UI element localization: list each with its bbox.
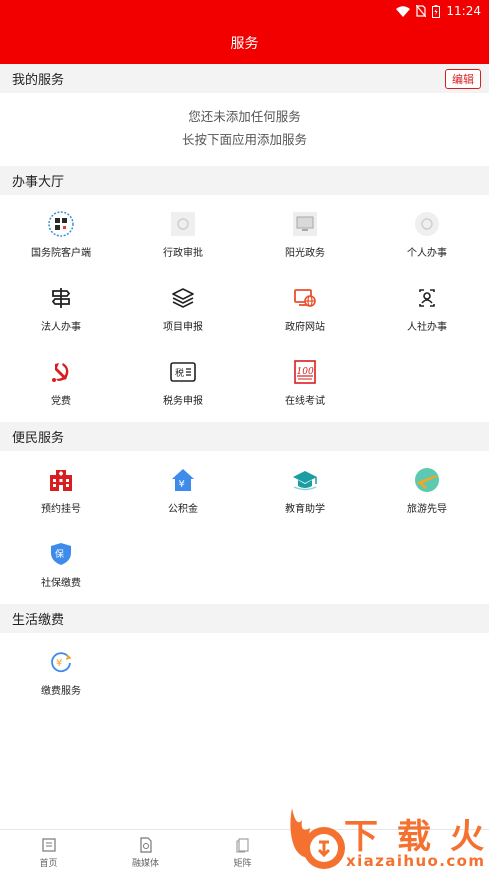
tab-label: 融媒体 [131, 859, 159, 869]
no-sim-icon [416, 5, 427, 17]
section-title: 我的服务 [12, 73, 65, 88]
service-label: 政府网站 [285, 322, 325, 333]
convenience-header: 便民服务 [0, 422, 489, 451]
status-time: 11:24 [446, 4, 481, 18]
svg-text:下载火: 下载火 [344, 817, 484, 857]
hospital-icon [48, 467, 74, 493]
matrix-icon [235, 838, 249, 853]
tab-home[interactable]: 首页 [0, 830, 97, 871]
service-label: 缴费服务 [41, 686, 81, 697]
service-label: 项目申报 [163, 322, 203, 333]
home-icon [41, 838, 56, 852]
web-icon [292, 285, 318, 311]
service-label: 教育助学 [285, 504, 325, 515]
my-services-header: 我的服务 编辑 [0, 64, 489, 93]
empty-services-message: 您还未添加任何服务 长按下面应用添加服务 [0, 105, 489, 151]
social-security-shield-icon: 保 [48, 541, 74, 567]
service-tile-hr-social[interactable]: 人社办事 [366, 269, 488, 343]
tab-media[interactable]: 融媒体 [97, 830, 194, 871]
person-card-icon [414, 285, 440, 311]
svg-text:税: 税 [175, 367, 184, 379]
layers-icon [170, 285, 196, 311]
party-emblem-icon [48, 359, 74, 385]
service-label: 社保缴费 [41, 578, 81, 589]
service-tile-education-aid[interactable]: 教育助学 [244, 451, 366, 525]
tax-icon: 税 [170, 359, 196, 385]
monitor-icon [292, 211, 318, 237]
wifi-icon [396, 5, 411, 17]
battery-icon [432, 4, 441, 18]
service-tile-online-exam[interactable]: 100 在线考试 [244, 343, 366, 417]
placeholder-icon [170, 211, 196, 237]
qr-code-icon [48, 211, 74, 237]
airplane-icon [414, 467, 440, 493]
empty-line-1: 您还未添加任何服务 [188, 109, 301, 124]
section-title: 办事大厅 [12, 175, 65, 190]
service-label: 法人办事 [41, 322, 81, 333]
empty-line-2: 长按下面应用添加服务 [181, 132, 307, 147]
service-label: 公积金 [168, 504, 198, 515]
service-label: 党费 [51, 396, 71, 407]
service-tile-state-council[interactable]: 国务院客户端 [0, 195, 122, 269]
status-bar: 11:24 [0, 0, 489, 22]
service-label: 税务申报 [163, 396, 203, 407]
service-tile-tax-declare[interactable]: 税 税务申报 [122, 343, 244, 417]
svg-text:¥: ¥ [179, 479, 185, 490]
service-tile-admin-approval[interactable]: 行政审批 [122, 195, 244, 269]
service-tile-personal-affairs[interactable]: 个人办事 [366, 195, 488, 269]
tab-matrix[interactable]: 矩阵 [194, 830, 291, 871]
service-tile-gov-website[interactable]: 政府网站 [244, 269, 366, 343]
page-title: 服务 [230, 36, 259, 52]
signpost-icon [48, 285, 74, 311]
service-label: 行政审批 [163, 248, 203, 259]
media-icon [139, 837, 152, 853]
living-payment-header: 生活缴费 [0, 604, 489, 633]
service-tile-party-fee[interactable]: 党费 [0, 343, 122, 417]
service-label: 旅游先导 [407, 504, 447, 515]
xiazaihuo-logo: 下载火 xiazaihuo.com [290, 808, 484, 870]
service-label: 人社办事 [407, 322, 447, 333]
service-label: 在线考试 [285, 396, 325, 407]
service-label: 阳光政务 [285, 248, 325, 259]
payment-icon: ¥ [48, 649, 74, 675]
service-label: 预约挂号 [41, 504, 81, 515]
svg-text:¥: ¥ [56, 658, 62, 669]
service-tile-sunshine-gov[interactable]: 阳光政务 [244, 195, 366, 269]
service-tile-legal-entity[interactable]: 法人办事 [0, 269, 122, 343]
tab-label: 矩阵 [233, 859, 252, 869]
svg-text:保: 保 [55, 548, 64, 560]
tab-label: 首页 [39, 859, 58, 869]
service-tile-travel-guide[interactable]: 旅游先导 [366, 451, 488, 525]
watermark: 下载火 xiazaihuo.com [288, 806, 489, 871]
section-title: 生活缴费 [12, 613, 65, 628]
service-tile-appointment[interactable]: 预约挂号 [0, 451, 122, 525]
edit-button[interactable]: 编辑 [445, 69, 481, 89]
svg-text:xiazaihuo.com: xiazaihuo.com [346, 852, 484, 870]
service-label: 国务院客户端 [31, 248, 91, 259]
service-tile-housing-fund[interactable]: ¥ 公积金 [122, 451, 244, 525]
service-hall-header: 办事大厅 [0, 166, 489, 195]
graduation-cap-icon [292, 467, 318, 493]
service-tile-social-security[interactable]: 保 社保缴费 [0, 525, 122, 599]
service-label: 个人办事 [407, 248, 447, 259]
placeholder-icon [414, 211, 440, 237]
service-tile-project-declare[interactable]: 项目申报 [122, 269, 244, 343]
housing-fund-icon: ¥ [170, 467, 196, 493]
service-tile-payment[interactable]: ¥ 缴费服务 [0, 633, 122, 707]
exam-icon: 100 [292, 359, 318, 385]
section-title: 便民服务 [12, 431, 65, 446]
app-bar: 服务 [0, 22, 489, 64]
